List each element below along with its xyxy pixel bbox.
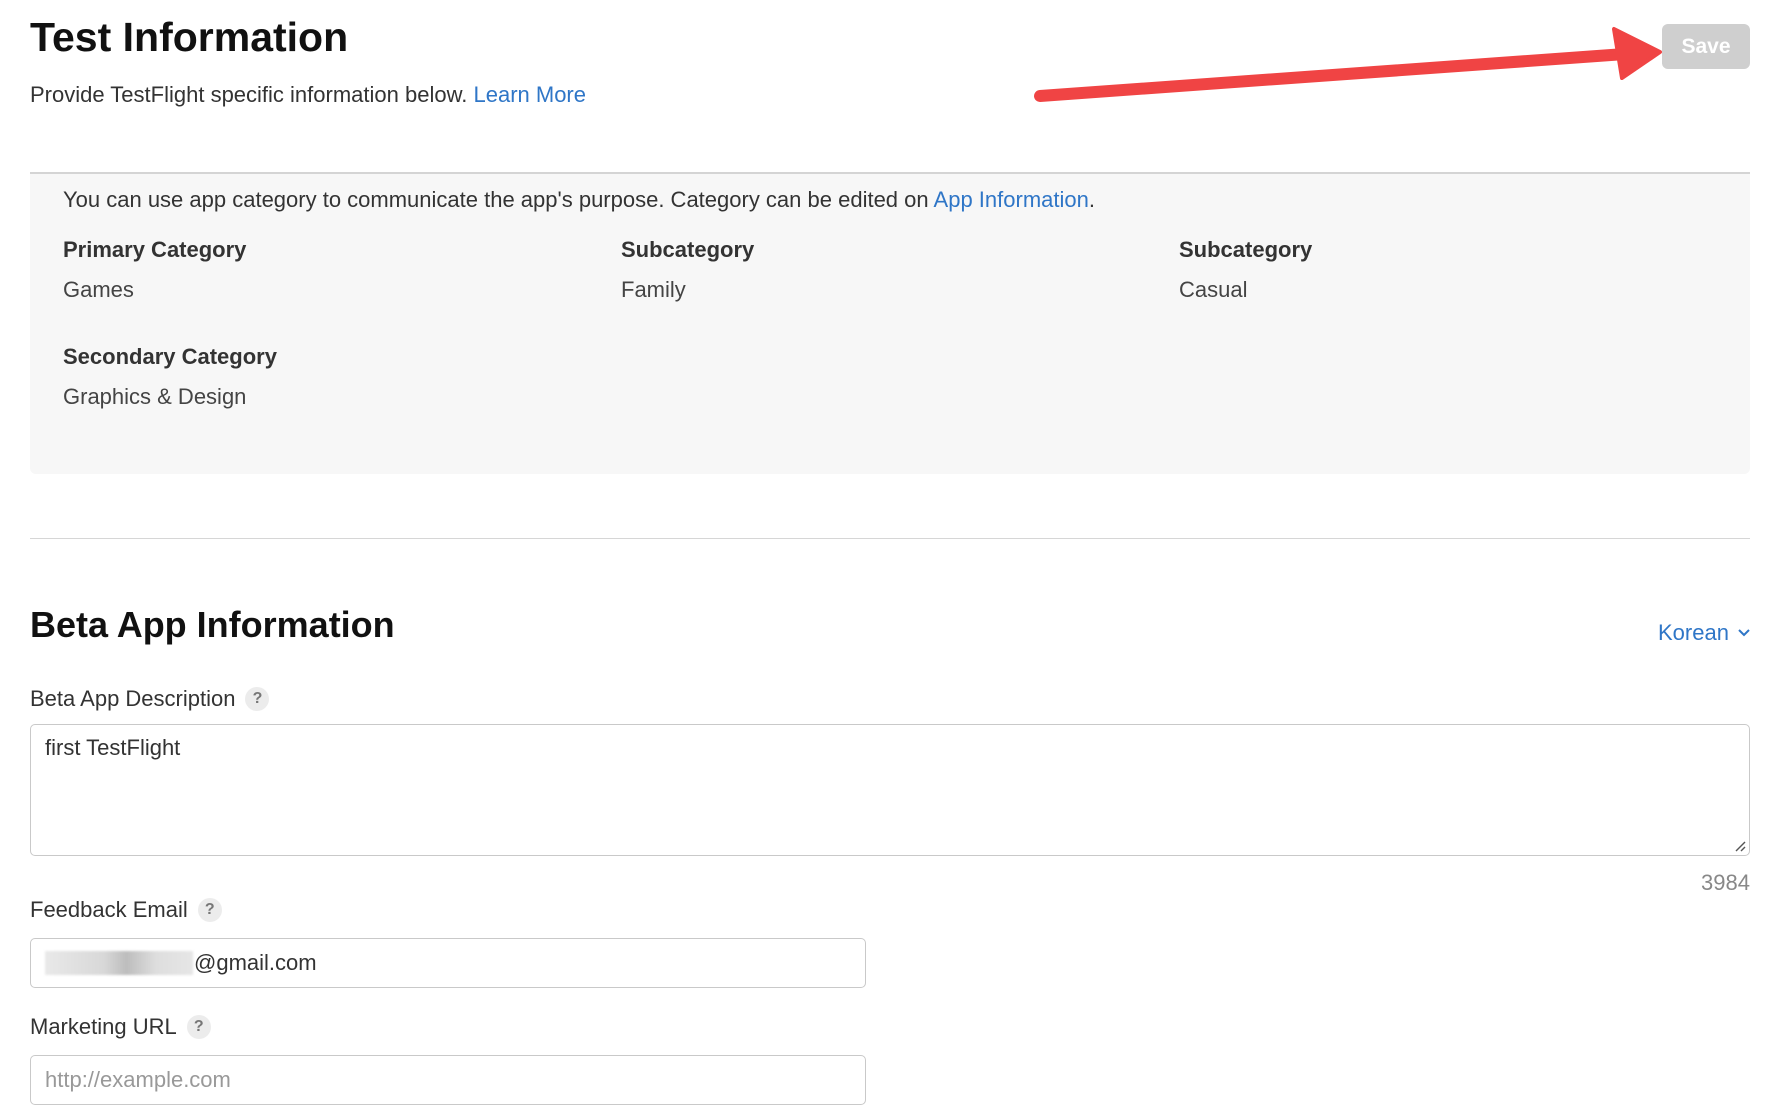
app-information-link[interactable]: App Information (934, 187, 1089, 212)
subcategory-2-value: Casual (1179, 277, 1248, 302)
primary-category-value: Games (63, 277, 134, 302)
language-selector[interactable]: Korean (1658, 620, 1751, 646)
beta-app-information-title: Beta App Information (30, 604, 395, 645)
feedback-email-label-text: Feedback Email (30, 897, 188, 922)
subcategory-1-heading: Subcategory (621, 237, 755, 262)
learn-more-link[interactable]: Learn More (473, 82, 586, 107)
marketing-url-label-text: Marketing URL (30, 1014, 177, 1039)
resize-handle-icon[interactable] (1734, 840, 1746, 852)
marketing-url-placeholder: http://example.com (45, 1067, 231, 1092)
category-note-text: You can use app category to communicate … (63, 187, 929, 212)
beta-app-description-textarea[interactable]: first TestFlight (30, 724, 1750, 856)
category-panel: You can use app category to communicate … (30, 172, 1750, 474)
beta-app-description-label-text: Beta App Description (30, 686, 236, 711)
character-count: 3984 (1701, 870, 1750, 895)
primary-category-heading: Primary Category (63, 237, 247, 262)
help-icon[interactable]: ? (186, 1015, 211, 1039)
subcategory-2-heading: Subcategory (1179, 237, 1313, 262)
page-title: Test Information (30, 14, 349, 60)
subcategory-1-value: Family (621, 277, 686, 302)
language-label: Korean (1658, 620, 1729, 645)
feedback-email-label: Feedback Email ? (30, 897, 222, 923)
intro-description: Provide TestFlight specific information … (30, 82, 468, 107)
help-icon[interactable]: ? (197, 898, 222, 922)
help-icon[interactable]: ? (245, 687, 270, 711)
save-button[interactable]: Save (1662, 24, 1750, 69)
category-note: You can use app category to communicate … (63, 187, 1095, 213)
feedback-email-value: @gmail.com (194, 950, 317, 975)
redacted-email-user (45, 951, 193, 975)
feedback-email-field[interactable]: @gmail.com (30, 938, 866, 988)
category-note-period: . (1088, 187, 1095, 212)
secondary-category-heading: Secondary Category (63, 344, 277, 369)
intro-text: Provide TestFlight specific information … (30, 82, 586, 108)
chevron-down-icon (1738, 629, 1750, 637)
beta-app-description-label: Beta App Description ? (30, 686, 270, 712)
marketing-url-label: Marketing URL ? (30, 1014, 211, 1040)
section-divider (30, 538, 1750, 539)
marketing-url-field[interactable]: http://example.com (30, 1055, 866, 1105)
secondary-category-value: Graphics & Design (63, 384, 247, 409)
test-information-page: Test Information Provide TestFlight spec… (0, 0, 1785, 1106)
beta-app-description-value: first TestFlight (45, 735, 181, 760)
